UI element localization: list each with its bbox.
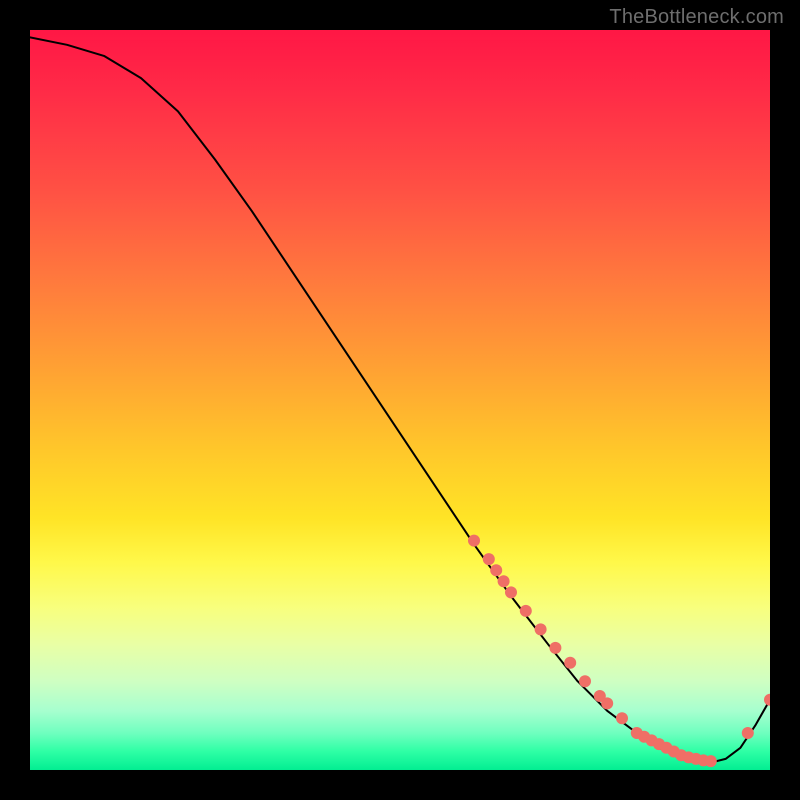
watermark-text: TheBottleneck.com xyxy=(609,6,784,29)
highlight-point xyxy=(483,553,495,565)
highlight-point xyxy=(601,697,613,709)
highlight-point xyxy=(490,564,502,576)
highlight-point xyxy=(505,586,517,598)
highlight-point xyxy=(468,535,480,547)
plot-area xyxy=(30,30,770,770)
highlight-point xyxy=(705,755,717,767)
highlight-point xyxy=(742,727,754,739)
highlight-point xyxy=(535,623,547,635)
highlight-point xyxy=(549,642,561,654)
highlight-point xyxy=(616,712,628,724)
highlight-point xyxy=(579,675,591,687)
highlight-points xyxy=(468,535,770,768)
chart-stage: TheBottleneck.com xyxy=(0,0,800,800)
highlight-point xyxy=(564,657,576,669)
chart-svg xyxy=(30,30,770,770)
bottleneck-curve xyxy=(30,37,770,762)
highlight-point xyxy=(764,694,770,706)
highlight-point xyxy=(520,605,532,617)
highlight-point xyxy=(498,575,510,587)
